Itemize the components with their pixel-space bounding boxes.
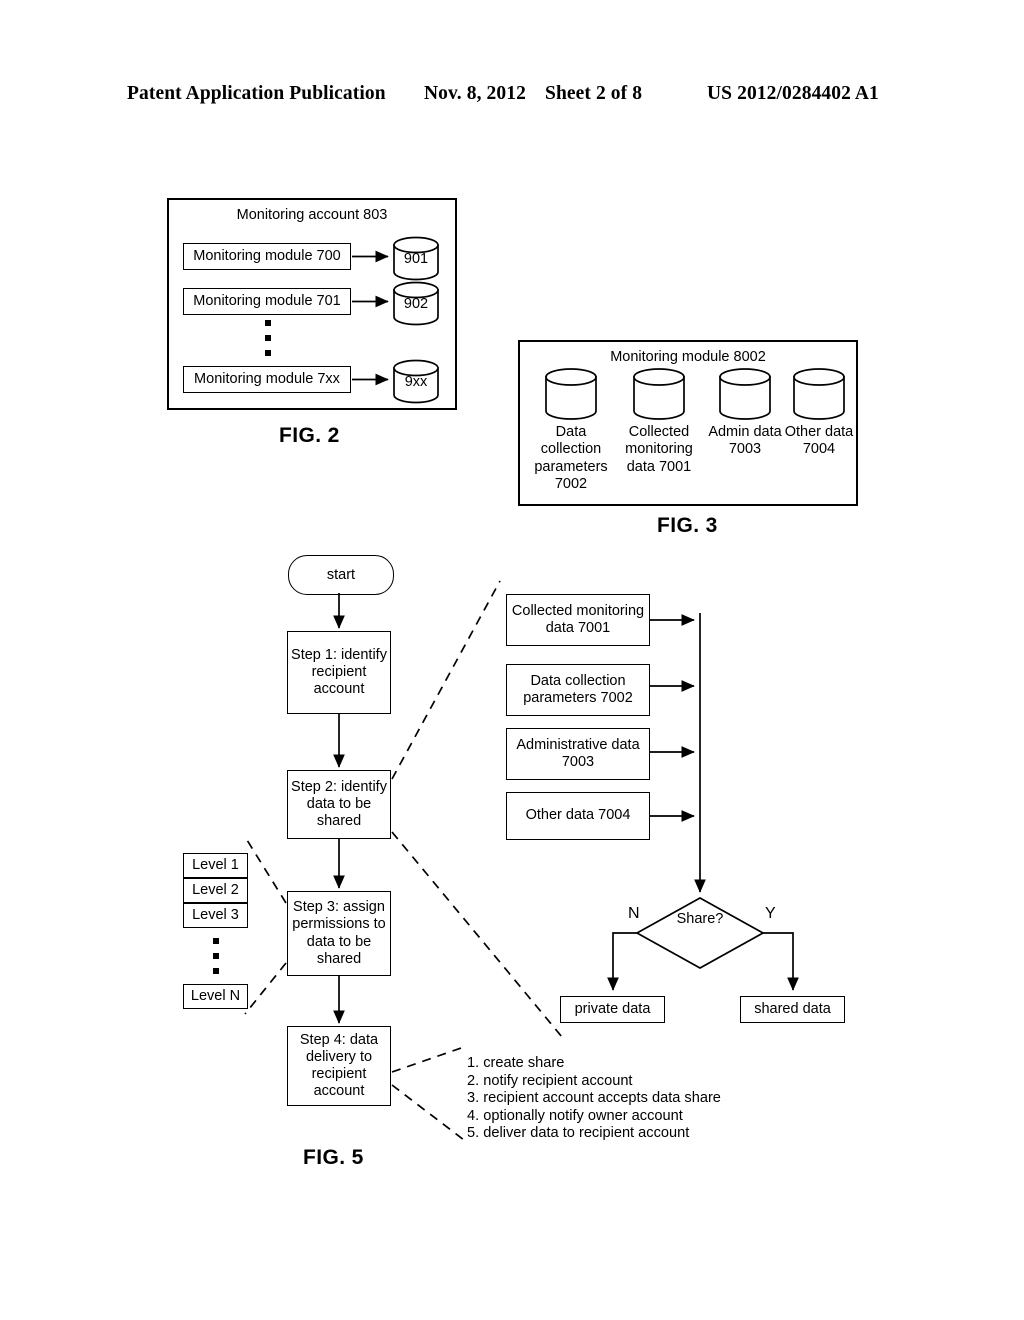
delivery-substep-5: 5. deliver data to recipient account — [467, 1125, 690, 1142]
delivery-substep-4: 4. optionally notify owner account — [467, 1107, 683, 1124]
step3-levels-lower-dashed-line — [244, 962, 287, 1015]
fig5-caption: FIG. 5 — [303, 1146, 364, 1169]
share-decision-no-branch-label: N — [628, 905, 640, 922]
step2-expansion-upper-dashed-line — [391, 580, 501, 780]
step4-delivery-upper-dashed-line — [391, 1046, 465, 1073]
delivery-substep-3: 3. recipient account accepts data share — [467, 1090, 721, 1107]
share-decision-label: Share? — [676, 911, 724, 927]
data-delivery-substeps-list: 1. create share 2. notify recipient acco… — [467, 1055, 721, 1143]
shared-data-result-box: shared data — [740, 996, 845, 1023]
step4-delivery-lower-dashed-line — [391, 1084, 465, 1141]
delivery-substep-2: 2. notify recipient account — [467, 1072, 633, 1089]
step2-expansion-lower-dashed-line — [391, 831, 563, 1038]
share-decision-yes-branch-label: Y — [765, 905, 776, 922]
share-decision-diamond-shape — [635, 897, 765, 969]
step3-levels-upper-dashed-line — [246, 839, 287, 904]
delivery-substep-1: 1. create share — [467, 1055, 565, 1071]
private-data-result-box: private data — [560, 996, 665, 1023]
